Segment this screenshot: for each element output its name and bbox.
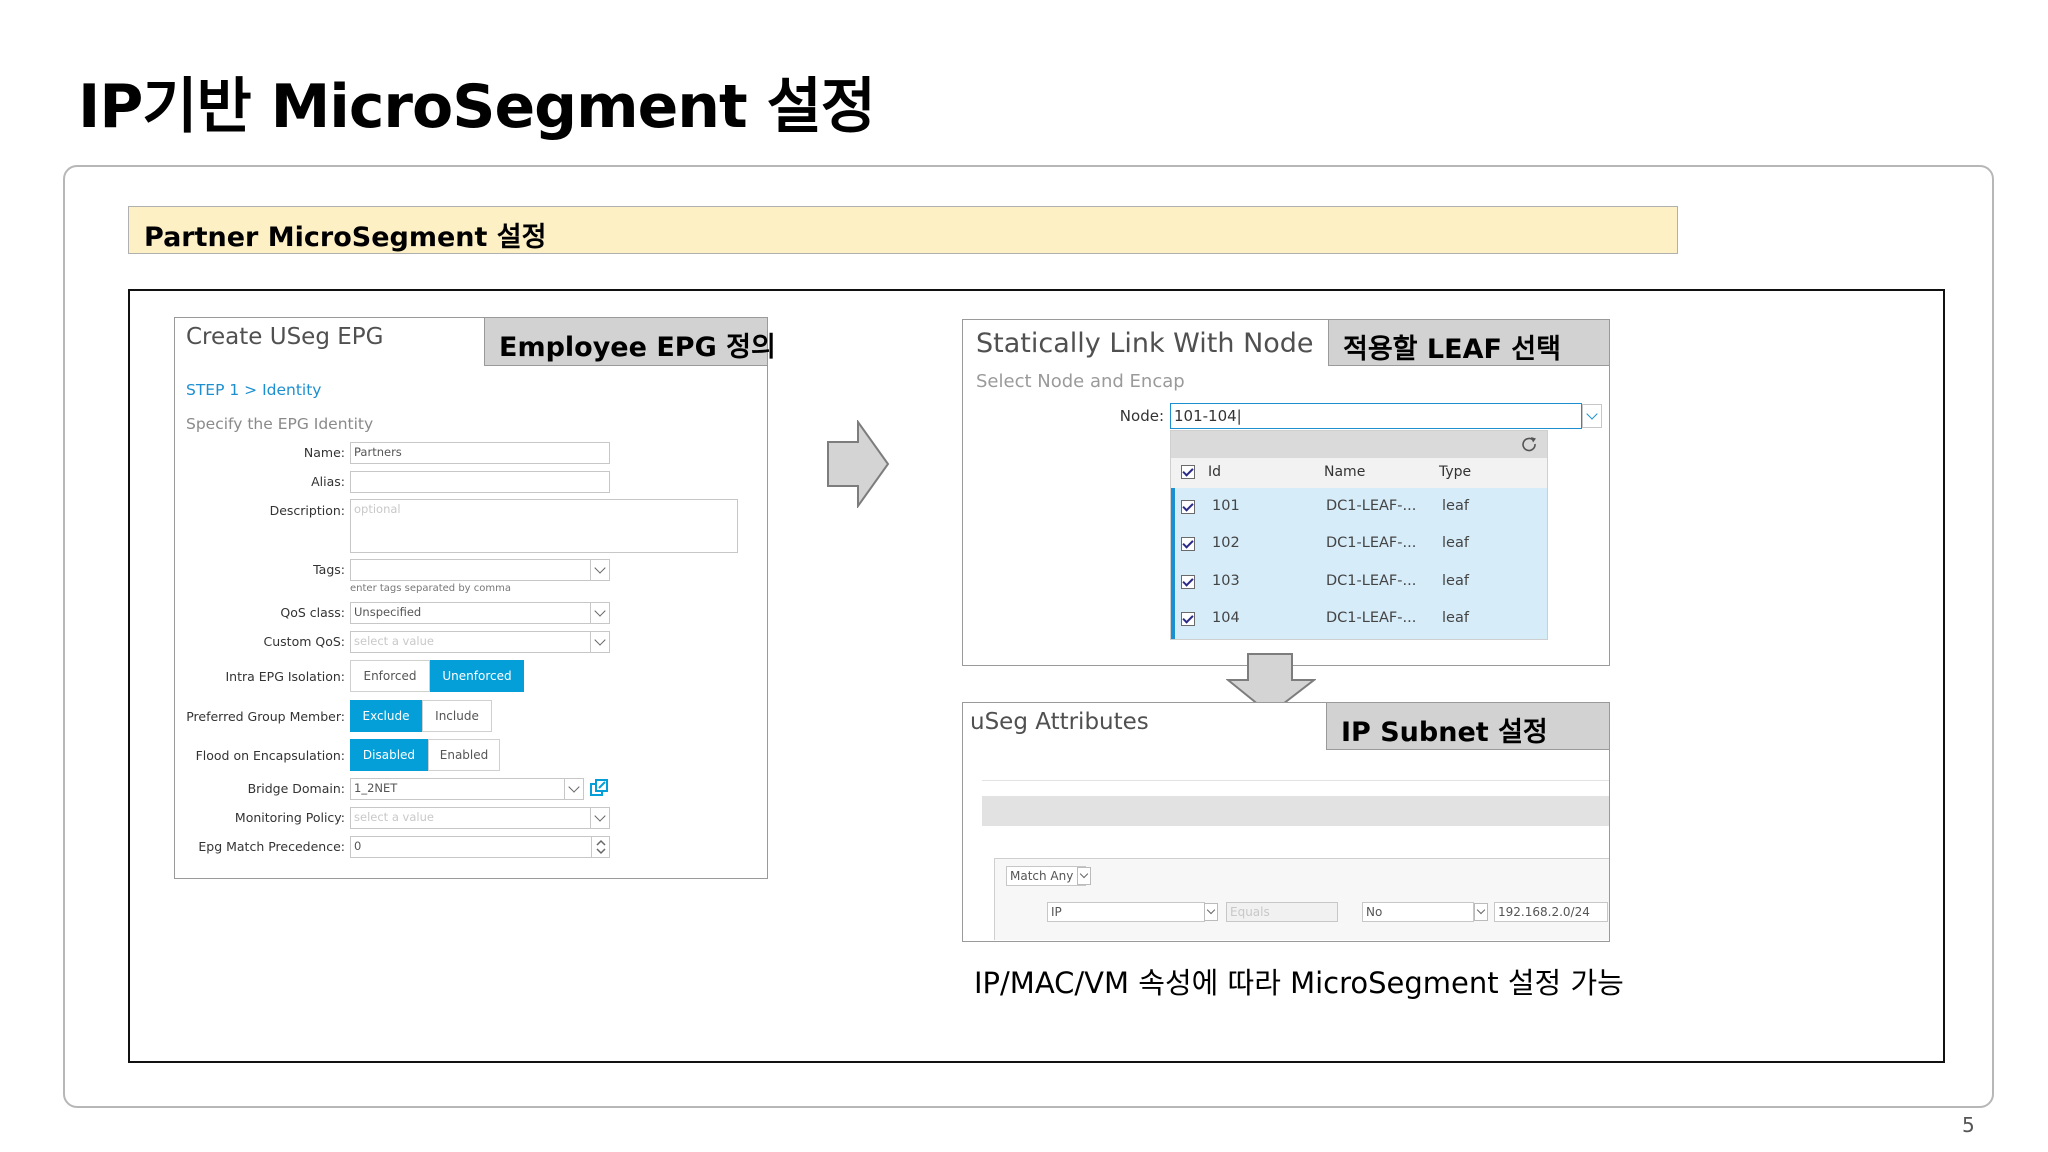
subnet-value-input[interactable]: 192.168.2.0/24	[1494, 902, 1608, 922]
stepper-icon[interactable]	[591, 837, 609, 857]
custom-qos-select[interactable]: select a value	[350, 631, 610, 653]
attributes-toolbar	[982, 796, 1609, 826]
checkbox-checked-icon	[1182, 612, 1194, 624]
name-label: Name:	[303, 445, 345, 460]
useg-attributes-title: uSeg Attributes	[970, 709, 1149, 735]
refresh-icon[interactable]	[1520, 435, 1538, 453]
bridge-domain-select[interactable]: 1_2NET	[350, 778, 584, 800]
static-link-title: Statically Link With Node	[976, 328, 1314, 359]
cell-name: DC1-LEAF-...	[1326, 498, 1417, 514]
attribute-type-select[interactable]: IP	[1047, 902, 1205, 922]
identity-subtitle: Specify the EPG Identity	[186, 415, 374, 433]
cell-type: leaf	[1442, 535, 1469, 551]
custom-qos-placeholder: select a value	[354, 634, 434, 648]
operator-placeholder: Equals	[1230, 905, 1270, 919]
table-row[interactable]: 102 DC1-LEAF-... leaf	[1175, 527, 1547, 563]
node-input[interactable]: 101-104|	[1170, 403, 1582, 429]
chevron-down-icon[interactable]	[590, 560, 609, 580]
chevron-down-icon[interactable]	[1077, 867, 1091, 885]
checkbox-checked-icon	[1182, 500, 1194, 512]
slide-title: IP기반 MicroSegment 설정	[78, 72, 876, 142]
table-row[interactable]: 101 DC1-LEAF-... leaf	[1175, 490, 1547, 526]
tags-label: Tags:	[313, 562, 345, 577]
tags-hint: enter tags separated by comma	[350, 583, 511, 594]
row-checkbox[interactable]	[1181, 612, 1195, 626]
chevron-down-icon[interactable]	[564, 779, 583, 799]
cell-name: DC1-LEAF-...	[1326, 610, 1417, 626]
checkbox-checked-icon	[1182, 465, 1194, 477]
table-row[interactable]: 103 DC1-LEAF-... leaf	[1175, 565, 1547, 601]
select-node-subtitle: Select Node and Encap	[976, 371, 1185, 392]
chevron-down-icon[interactable]	[590, 632, 609, 652]
create-useg-title: Create USeg EPG	[186, 324, 384, 350]
cell-id: 101	[1212, 498, 1240, 514]
node-label: Node:	[1119, 407, 1164, 425]
cell-type: leaf	[1442, 610, 1469, 626]
divider	[982, 780, 1609, 781]
dropdown-toolbar	[1171, 431, 1547, 458]
section-banner: Partner MicroSegment 설정	[128, 206, 1678, 254]
flood-disabled-button[interactable]: Disabled	[350, 739, 428, 771]
cell-id: 102	[1212, 535, 1240, 551]
match-any-select[interactable]: Match Any	[1006, 866, 1086, 886]
tags-select[interactable]	[350, 559, 610, 581]
row-checkbox[interactable]	[1181, 500, 1195, 514]
cell-name: DC1-LEAF-...	[1326, 535, 1417, 551]
chevron-down-icon[interactable]	[590, 603, 609, 623]
caption: IP/MAC/VM 속성에 따라 MicroSegment 설정 가능	[974, 966, 1624, 1000]
col-header-type[interactable]: Type	[1439, 464, 1471, 480]
external-link-icon[interactable]	[590, 779, 608, 797]
arrow-right-icon	[826, 418, 890, 510]
preferred-group-label: Preferred Group Member:	[186, 709, 345, 724]
monitoring-policy-placeholder: select a value	[354, 810, 434, 824]
chevron-down-icon[interactable]	[1204, 903, 1218, 921]
custom-qos-label: Custom QoS:	[263, 634, 346, 649]
chevron-down-icon[interactable]	[590, 808, 609, 828]
row-checkbox[interactable]	[1181, 537, 1195, 551]
negate-select[interactable]: No	[1362, 902, 1474, 922]
intra-epg-isolation-label: Intra EPG Isolation:	[225, 669, 345, 684]
cell-type: leaf	[1442, 573, 1469, 589]
ip-subnet-callout: IP Subnet 설정	[1326, 702, 1610, 750]
cell-type: leaf	[1442, 498, 1469, 514]
monitoring-policy-label: Monitoring Policy:	[234, 810, 345, 825]
employee-epg-callout: Employee EPG 정의	[484, 317, 776, 366]
page-number: 5	[1962, 1113, 1975, 1137]
table-row[interactable]: 104 DC1-LEAF-... leaf	[1175, 602, 1547, 638]
isolation-unenforced-button[interactable]: Unenforced	[430, 660, 524, 692]
chevron-down-icon[interactable]	[1582, 404, 1602, 428]
description-textarea[interactable]: optional	[350, 499, 738, 553]
select-all-checkbox[interactable]	[1181, 465, 1195, 479]
wizard-step[interactable]: STEP 1 > Identity	[186, 381, 321, 399]
preferred-exclude-button[interactable]: Exclude	[350, 700, 422, 732]
qos-class-select[interactable]: Unspecified	[350, 602, 610, 624]
cell-id: 103	[1212, 573, 1240, 589]
preferred-include-button[interactable]: Include	[422, 700, 492, 732]
match-precedence-label: Epg Match Precedence:	[198, 839, 345, 854]
operator-select[interactable]: Equals	[1226, 902, 1338, 922]
col-header-name[interactable]: Name	[1324, 464, 1365, 480]
name-input[interactable]: Partners	[350, 442, 610, 464]
description-placeholder: optional	[354, 502, 401, 516]
alias-label: Alias:	[311, 474, 345, 489]
checkbox-checked-icon	[1182, 537, 1194, 549]
flood-enabled-button[interactable]: Enabled	[428, 739, 500, 771]
checkbox-checked-icon	[1182, 575, 1194, 587]
leaf-select-callout: 적용할 LEAF 선택	[1328, 319, 1610, 366]
match-precedence-input[interactable]: 0	[350, 836, 610, 858]
alias-input[interactable]	[350, 471, 610, 493]
row-checkbox[interactable]	[1181, 575, 1195, 589]
col-header-id[interactable]: Id	[1208, 464, 1221, 480]
isolation-enforced-button[interactable]: Enforced	[350, 660, 430, 692]
bridge-domain-label: Bridge Domain:	[247, 781, 345, 796]
cell-id: 104	[1212, 610, 1240, 626]
flood-encapsulation-label: Flood on Encapsulation:	[195, 748, 345, 763]
chevron-down-icon[interactable]	[1474, 903, 1488, 921]
cell-name: DC1-LEAF-...	[1326, 573, 1417, 589]
description-label: Description:	[269, 503, 345, 518]
monitoring-policy-select[interactable]: select a value	[350, 807, 610, 829]
qos-class-label: QoS class:	[280, 605, 345, 620]
